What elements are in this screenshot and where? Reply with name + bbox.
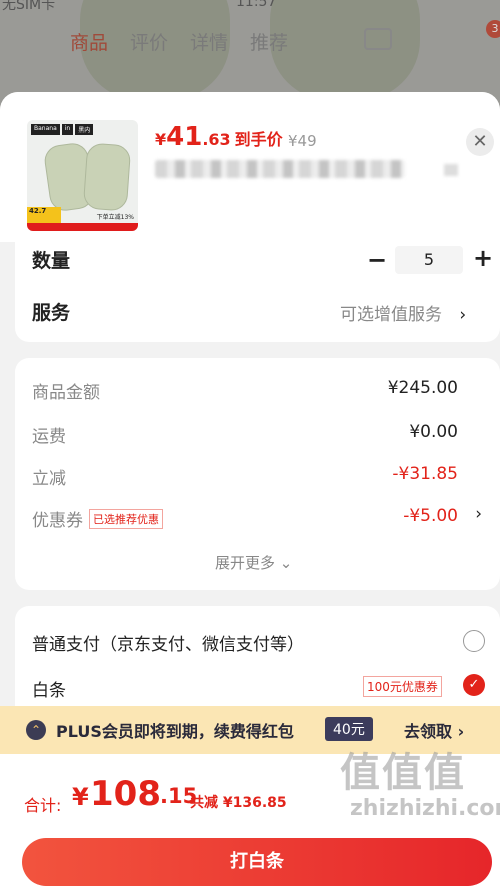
baitiao-coupon-tag: 100元优惠券 [363,676,442,697]
total-saved: 共减 ¥136.85 [190,795,287,811]
price-summary-card: 商品金额 ¥245.00 运费 ¥0.00 立减 -¥31.85 优惠券 已选推荐… [15,358,500,590]
chevron-right-icon[interactable]: › [475,504,482,524]
status-time: 11:57 [236,0,277,10]
total-currency: ¥ [72,783,89,811]
service-value: 可选增值服务 [340,305,442,325]
chevron-right-icon: › [459,305,467,325]
thumbnail-bar [27,223,138,231]
total-amount: 108 [90,774,161,814]
tab-product: 商品 [70,32,109,54]
plus-red-packet-tag: 40元 [325,717,373,741]
plus-button[interactable]: + [473,244,493,272]
radio-normal-payment[interactable] [463,630,485,652]
product-thumbnail[interactable]: Banana in 黑内 42.7 下单立减13% [27,120,138,231]
discount-value: -¥31.85 [392,464,458,484]
plus-claim-link[interactable]: 去领取 › [404,718,464,742]
coupon-row[interactable]: 优惠券 已选推荐优惠 [32,506,163,531]
plus-banner-text: PLUS会员即将到期，续费得红包 [56,722,294,741]
close-icon[interactable]: ✕ [466,128,494,156]
shipping-label: 运费 [32,427,66,447]
cart-badge: 3 [486,20,500,38]
discount-label: 立减 [32,469,66,489]
goods-amount-label: 商品金额 [32,383,100,403]
status-carrier: 无SIM卡 [2,0,56,13]
pay-button[interactable]: 打白条 [22,838,492,886]
expand-more-button[interactable]: 展开更多 ⌄ [215,552,292,573]
quantity-service-card: 数量 − 5 + 服务 可选增值服务 › [15,242,500,342]
service-selector[interactable]: 可选增值服务 › [340,300,466,325]
thumbnail-brand: Banana in 黑内 [31,124,94,135]
coupon-label: 优惠券 [32,511,83,531]
final-price: ¥41.63 到手价 [155,122,283,152]
tab-details: 详情 [190,32,229,54]
background-tabs: 商品 评价 详情 推荐 [70,28,288,55]
original-price: ¥49 [288,132,317,150]
chevron-down-icon: ⌄ [279,554,293,572]
coupon-tag: 已选推荐优惠 [89,509,163,529]
quantity-input[interactable]: 5 [395,246,463,274]
payment-option-baitiao[interactable]: 白条 [32,676,66,701]
cart-icon [364,28,392,50]
tab-recommend: 推荐 [250,32,289,54]
slipper-image [82,142,132,212]
check-icon[interactable]: ✓ [463,674,485,696]
service-label: 服务 [32,302,71,324]
thumbnail-price: 42.7 [27,207,61,223]
blurred-spec [155,160,405,178]
total-label: 合计: [24,796,62,815]
thumbnail-tag: 下单立减13% [96,214,134,221]
watermark-logo: 值值值 [340,750,466,796]
goods-amount-value: ¥245.00 [387,378,458,398]
tab-reviews: 评价 [130,32,169,54]
quantity-label: 数量 [32,250,71,272]
watermark-url: zhizhizhi.com [350,796,500,821]
coupon-value: -¥5.00 [403,506,458,526]
shipping-value: ¥0.00 [409,422,458,442]
payment-option-normal[interactable]: 普通支付（京东支付、微信支付等） [32,630,304,655]
plus-member-icon: ⌃ [26,720,46,740]
blurred-spec [444,164,458,176]
product-header: Banana in 黑内 42.7 下单立减13% ¥41.63 到手价 ¥49 … [0,92,500,242]
minus-button[interactable]: − [367,246,387,274]
chevron-right-icon: › [457,722,465,741]
background-product-image [270,0,420,100]
